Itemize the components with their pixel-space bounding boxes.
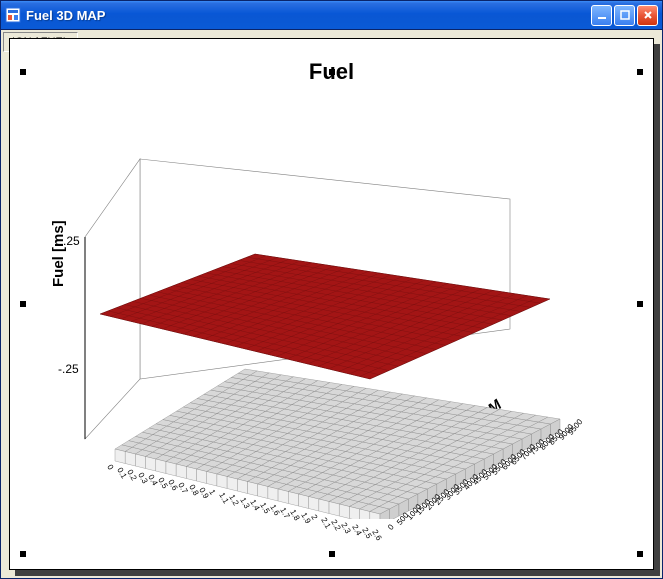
close-button[interactable] xyxy=(637,5,658,26)
resize-handle[interactable] xyxy=(20,301,26,307)
resize-handle[interactable] xyxy=(20,551,26,557)
window-title: Fuel 3D MAP xyxy=(26,8,591,23)
x-tick: 2.6 xyxy=(370,528,383,542)
z-tick: -.25 xyxy=(58,362,79,376)
app-icon xyxy=(5,7,21,23)
z-tick: .25 xyxy=(63,234,80,248)
client-area: IGN / FUEL Fuel Fuel [ms] .25 -.25 Load … xyxy=(1,30,662,578)
app-window: Fuel 3D MAP IGN / FUEL Fuel Fuel [ms] .2… xyxy=(0,0,663,579)
chart-title: Fuel xyxy=(10,59,653,85)
titlebar[interactable]: Fuel 3D MAP xyxy=(1,1,662,30)
y-tick: 0 xyxy=(386,523,396,532)
resize-handle[interactable] xyxy=(329,551,335,557)
chart-frame[interactable]: Fuel Fuel [ms] .25 -.25 Load RPM 00.10.2… xyxy=(9,38,654,570)
resize-handle[interactable] xyxy=(637,551,643,557)
resize-handle[interactable] xyxy=(637,301,643,307)
minimize-button[interactable] xyxy=(591,5,612,26)
maximize-button[interactable] xyxy=(614,5,635,26)
window-buttons xyxy=(591,5,658,26)
z-axis-label: Fuel [ms] xyxy=(50,220,67,287)
